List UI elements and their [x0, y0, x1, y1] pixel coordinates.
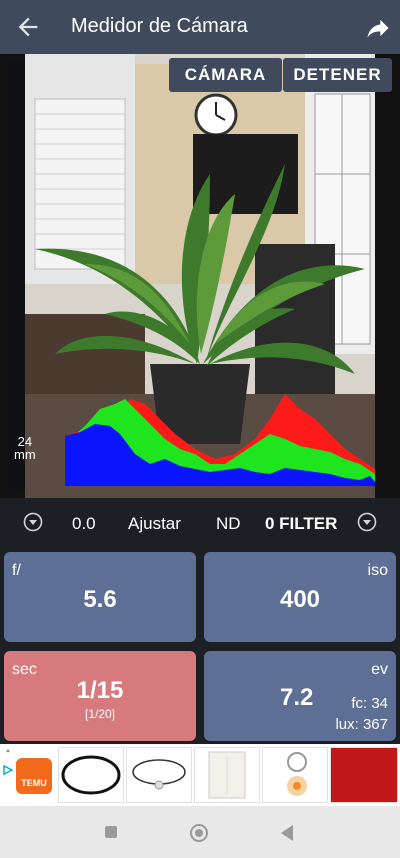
aperture-label: f/ — [12, 562, 21, 579]
nd-label: ND — [216, 514, 241, 533]
ad-info-icon[interactable] — [2, 764, 14, 776]
stop-button[interactable]: DETENER — [283, 58, 392, 92]
scene-illustration — [25, 54, 375, 498]
adjust-button[interactable]: Ajustar — [128, 514, 181, 534]
chevron-down-icon[interactable] — [23, 512, 43, 532]
ev-label: ev — [371, 661, 388, 678]
footcandle-value: fc: 34 — [351, 695, 388, 712]
camera-preview[interactable] — [25, 54, 375, 498]
ad-product-keychain[interactable] — [262, 747, 328, 803]
ad-product-ring[interactable] — [58, 747, 124, 803]
shutter-sub-value: [1/20] — [84, 707, 116, 721]
ev-compensation-value: 0.0 — [72, 514, 96, 533]
aperture-card[interactable]: f/ 5.6 — [4, 552, 196, 642]
share-icon[interactable] — [364, 14, 392, 42]
nav-circle-icon[interactable] — [189, 823, 209, 843]
focal-unit: mm — [14, 447, 36, 462]
camera-viewer[interactable]: CÁMARA DETENER 24 mm — [0, 54, 400, 498]
ad-product-paper[interactable] — [194, 747, 260, 803]
page-title: Medidor de Cámara — [71, 15, 248, 37]
aperture-value: 5.6 — [83, 586, 117, 613]
focal-strip — [9, 60, 25, 490]
shutter-card[interactable]: sec 1/15 [1/20] — [4, 651, 196, 741]
ad-choices-icon[interactable] — [3, 746, 13, 756]
nd-filter-value[interactable]: 0 FILTER — [265, 514, 337, 534]
ev-card[interactable]: ev 7.2 fc: 34 lux: 367 — [204, 651, 396, 741]
focal-length-label: 24 mm — [14, 435, 36, 461]
back-arrow-icon[interactable] — [14, 13, 42, 41]
camera-button[interactable]: CÁMARA — [169, 58, 282, 92]
chevron-down-icon[interactable] — [357, 512, 377, 532]
iso-card[interactable]: iso 400 — [204, 552, 396, 642]
nav-triangle-icon[interactable] — [279, 824, 295, 842]
ad-product-fabric[interactable] — [330, 747, 398, 803]
ev-value: 7.2 — [280, 684, 314, 711]
system-nav-bar — [0, 806, 400, 858]
temu-brand-label: TEMU — [21, 778, 47, 788]
temu-logo[interactable]: TEMU — [16, 758, 52, 794]
iso-value: 400 — [279, 586, 321, 613]
nav-square-icon[interactable] — [104, 825, 118, 839]
shutter-value: 1/15 — [76, 677, 124, 704]
lux-value: lux: 367 — [335, 716, 388, 733]
iso-label: iso — [367, 562, 388, 579]
ad-banner[interactable]: TEMU — [0, 744, 400, 806]
ad-product-bracelet[interactable] — [126, 747, 192, 803]
app-bar: Medidor de Cámara — [0, 0, 400, 54]
exposure-control-row: 0.0 Ajustar ND 0 FILTER — [0, 498, 400, 548]
